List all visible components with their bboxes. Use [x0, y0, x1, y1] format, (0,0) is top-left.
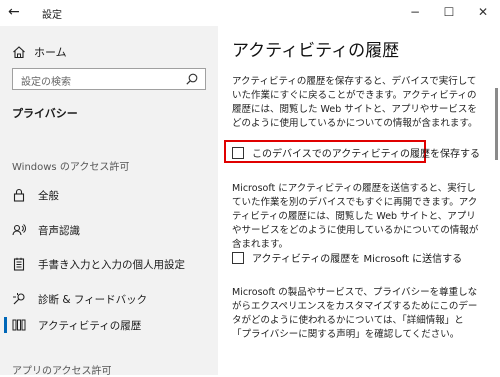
sidebar-item-inking-typing[interactable]: 手書き入力と入力の個人用設定 [0, 252, 218, 276]
home-nav-item[interactable]: ホーム [12, 44, 67, 60]
sidebar-item-general[interactable]: 全般 [0, 183, 218, 207]
lock-icon [12, 188, 26, 202]
notepad-icon [12, 257, 26, 271]
sidebar-item-activity-history[interactable]: アクティビティの履歴 [0, 313, 218, 337]
sidebar-item-diagnostics[interactable]: 診断 & フィードバック [0, 287, 218, 311]
sidebar-item-label: アクティビティの履歴 [38, 319, 142, 332]
checkbox-label: アクティビティの履歴を Microsoft に送信する [252, 254, 463, 265]
sidebar-item-label: 音声認識 [38, 224, 80, 237]
send-activity-history-checkbox[interactable]: アクティビティの履歴を Microsoft に送信する [232, 250, 462, 265]
sidebar-item-label: 手書き入力と入力の個人用設定 [38, 258, 185, 271]
settings-window: ← 設定 − ☐ ✕ ホーム 設定の検索 プライバシー Windows のアクセ… [0, 0, 500, 377]
intro-text: アクティビティの履歴を保存すると、デバイスで実行していた作業にすぐに戻ることがで… [232, 76, 478, 129]
sidebar-item-speech[interactable]: 音声認識 [0, 218, 218, 242]
current-section-title: プライバシー [12, 107, 78, 120]
sidebar-item-label: 全般 [38, 189, 59, 202]
back-button[interactable]: ← [8, 4, 20, 20]
scrollbar-thumb[interactable] [495, 88, 498, 160]
send-description-text: Microsoft にアクティビティの履歴を送信すると、実行していた作業を別のデ… [232, 183, 479, 250]
page-title: アクティビティの履歴 [232, 41, 400, 61]
close-button[interactable]: ✕ [466, 0, 500, 24]
privacy-footer-text: Microsoft の製品やサービスで、プライバシーを尊重しながらエクスペリエン… [232, 287, 478, 340]
activity-history-icon [12, 318, 26, 332]
checkbox-box[interactable] [232, 146, 244, 159]
sidebar-item-label: 診断 & フィードバック [38, 293, 148, 306]
save-activity-history-checkbox[interactable]: このデバイスでのアクティビティの履歴を保存する [232, 145, 480, 160]
sidebar: ホーム 設定の検索 プライバシー Windows のアクセス許可 全般 音声認識 [0, 26, 218, 377]
search-placeholder: 設定の検索 [21, 77, 71, 88]
home-label: ホーム [34, 46, 67, 59]
windows-permissions-header: Windows のアクセス許可 [12, 162, 130, 173]
checkbox-box[interactable] [232, 251, 244, 264]
window-title: 設定 [42, 10, 62, 21]
search-icon [186, 73, 198, 85]
search-input[interactable]: 設定の検索 [12, 68, 206, 90]
window-controls: − ☐ ✕ [398, 0, 500, 24]
maximize-button[interactable]: ☐ [432, 0, 466, 24]
diagnostics-icon [12, 292, 26, 306]
home-icon [13, 46, 25, 59]
speech-icon [12, 223, 26, 237]
title-bar: ← 設定 − ☐ ✕ [0, 0, 500, 26]
main-content: アクティビティの履歴 アクティビティの履歴を保存すると、デバイスで実行していた作… [218, 26, 500, 375]
minimize-button[interactable]: − [398, 0, 432, 24]
checkbox-label: このデバイスでのアクティビティの履歴を保存する [252, 149, 480, 160]
